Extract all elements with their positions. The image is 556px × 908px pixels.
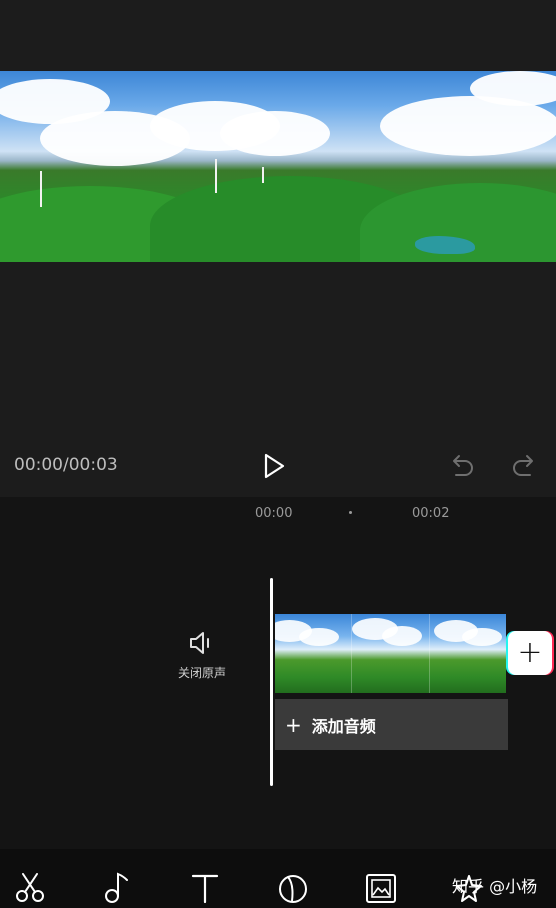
- speaker-icon: [190, 632, 209, 654]
- watermark-text: 知乎 @小杨: [452, 877, 538, 896]
- add-clip-button[interactable]: +: [508, 631, 552, 675]
- add-audio-button[interactable]: + 添加音频: [275, 699, 508, 750]
- add-audio-label: 添加音频: [311, 716, 376, 736]
- clip-thumbnail: [275, 614, 353, 693]
- sticker-tool-button[interactable]: [276, 870, 310, 904]
- plus-icon: +: [517, 635, 543, 670]
- cloud-shape: [220, 111, 330, 156]
- mute-original-sound-toggle[interactable]: 关闭原声: [170, 630, 234, 690]
- wind-turbine: [262, 167, 264, 183]
- video-preview[interactable]: [0, 71, 556, 262]
- sticker-icon: [279, 875, 307, 903]
- plus-icon: +: [285, 712, 302, 737]
- wind-turbine: [40, 171, 42, 207]
- cut-icon: [16, 873, 44, 902]
- text-tool-button[interactable]: [188, 870, 222, 904]
- picture-in-picture-icon: [366, 874, 396, 903]
- ruler-label: 00:02: [412, 506, 450, 521]
- undo-icon: [453, 455, 473, 476]
- text-icon: [191, 874, 219, 904]
- lake-shape: [415, 236, 475, 254]
- music-icon: [105, 872, 128, 903]
- ruler-label: 00:00: [255, 506, 293, 521]
- undo-button[interactable]: [448, 452, 476, 480]
- audio-tool-button[interactable]: [101, 870, 135, 904]
- play-button[interactable]: [258, 451, 290, 481]
- mute-label: 关闭原声: [177, 666, 226, 680]
- clip-thumbnail: [352, 614, 430, 693]
- clip-thumbnail: [429, 614, 506, 693]
- video-clip-track[interactable]: [275, 614, 506, 693]
- play-icon: [264, 453, 285, 479]
- picture-in-picture-tool-button[interactable]: [364, 870, 398, 904]
- redo-button[interactable]: [510, 452, 538, 480]
- ruler-tick: [349, 511, 352, 514]
- cut-tool-button[interactable]: [13, 870, 47, 904]
- redo-icon: [513, 455, 533, 476]
- time-display: 00:00/00:03: [14, 455, 118, 475]
- wind-turbine: [215, 159, 217, 193]
- playhead[interactable]: [270, 578, 273, 786]
